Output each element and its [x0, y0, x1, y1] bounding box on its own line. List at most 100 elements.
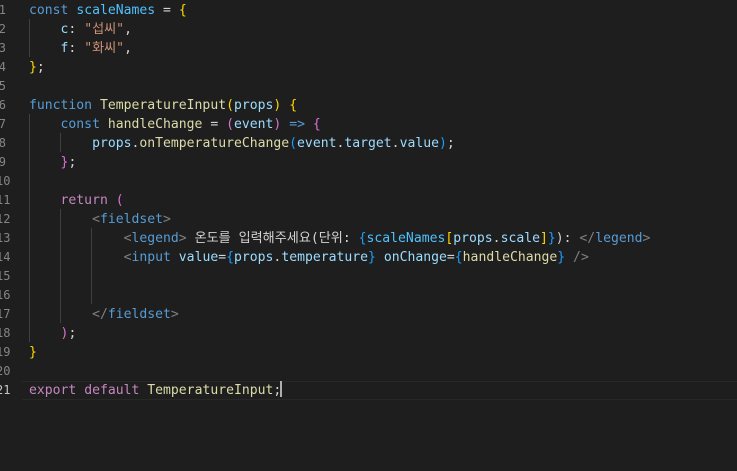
code-line[interactable]: );	[29, 324, 77, 343]
code-token: temperature	[281, 250, 369, 265]
code-line[interactable]: </fieldset>	[29, 305, 179, 324]
code-line[interactable]: f: "화씨",	[29, 39, 132, 58]
code-line[interactable]: <input value={props.temperature} onChang…	[29, 248, 589, 267]
code-token: const	[29, 3, 77, 18]
code-token: ;	[36, 60, 45, 75]
code-token: 온도를 입력해주세요(단위:	[186, 231, 359, 246]
code-line[interactable]: props.onTemperatureChange(event.target.v…	[29, 134, 455, 153]
code-token: props	[234, 250, 274, 265]
code-token: =	[446, 250, 455, 265]
code-token: {	[312, 117, 321, 132]
code-token: <	[29, 250, 132, 265]
code-token: >	[642, 231, 651, 246]
code-token: >	[170, 307, 179, 322]
code-token: legend	[595, 231, 643, 246]
code-token: </	[579, 231, 596, 246]
code-token: TemperatureInput	[99, 98, 227, 113]
code-token: const	[29, 117, 108, 132]
code-token: ;	[68, 326, 77, 341]
code-editor[interactable]: 123456789101112131415161718192021 const …	[0, 0, 737, 471]
code-token: ;	[446, 136, 455, 151]
line-number: 10	[0, 174, 11, 188]
code-line[interactable]: return (	[29, 191, 124, 210]
code-token: :	[68, 22, 85, 37]
line-number: 15	[0, 269, 11, 283]
line-number: 1	[0, 3, 6, 17]
code-token: TemperatureInput	[147, 383, 274, 398]
code-token: .	[492, 231, 501, 246]
code-line[interactable]: <fieldset>	[29, 210, 171, 229]
line-number: 4	[0, 60, 6, 74]
code-token: .	[391, 136, 400, 151]
line-number: 20	[0, 364, 11, 378]
code-token: onChange	[383, 250, 447, 265]
code-line[interactable]: const scaleNames = {	[29, 1, 187, 20]
code-line[interactable]: };	[29, 58, 45, 77]
line-number: 6	[0, 98, 6, 112]
code-line[interactable]: <legend> 온도를 입력해주세요(단위: {scaleNames[prop…	[29, 229, 651, 248]
code-token: return	[29, 193, 116, 208]
code-token: )	[438, 136, 447, 151]
code-token: handleChange	[107, 117, 203, 132]
code-token: =	[155, 3, 179, 18]
code-line[interactable]: export default TemperatureInput;	[29, 381, 283, 400]
code-token: />	[565, 250, 589, 265]
code-token: {	[454, 250, 463, 265]
code-line[interactable]: }	[29, 343, 37, 362]
line-number: 16	[0, 288, 11, 302]
line-number: 18	[0, 326, 11, 340]
code-token: props	[453, 231, 493, 246]
code-line[interactable]: c: "섭씨",	[29, 20, 132, 39]
code-token: input	[131, 250, 171, 265]
code-token: </	[29, 307, 108, 322]
code-token: :	[68, 41, 85, 56]
line-number: 9	[0, 155, 6, 169]
line-number: 5	[0, 79, 6, 93]
code-token: }	[368, 250, 376, 265]
code-token: scaleNames	[366, 231, 446, 246]
code-token: value	[178, 250, 219, 265]
code-token: ,	[124, 22, 132, 37]
code-token: event	[297, 136, 337, 151]
line-number: 19	[0, 345, 11, 359]
line-number: 3	[0, 41, 6, 55]
code-token: event	[234, 117, 274, 132]
code-token: <	[29, 231, 132, 246]
line-number: 13	[0, 231, 11, 245]
code-token: (	[226, 117, 234, 132]
code-token: {	[358, 231, 367, 246]
code-token: "섭씨"	[84, 22, 125, 37]
code-token: f	[29, 41, 69, 56]
code-token: }	[29, 345, 37, 360]
code-token: props	[29, 136, 132, 151]
code-line[interactable]: const handleChange = (event) => {	[29, 115, 321, 134]
code-token: {	[226, 250, 234, 265]
code-token: handleChange	[462, 250, 558, 265]
text-cursor	[280, 381, 283, 397]
code-token: fieldset	[99, 212, 164, 227]
code-token: >	[178, 231, 187, 246]
code-token: =	[202, 117, 227, 132]
code-token: "화씨"	[84, 41, 125, 56]
line-number: 21	[0, 383, 11, 397]
code-token: =	[218, 250, 227, 265]
code-token: ]	[539, 231, 548, 246]
code-token: props	[233, 98, 274, 113]
code-token: (	[226, 98, 234, 113]
line-number: 7	[0, 117, 6, 131]
code-line[interactable]: function TemperatureInput(props) {	[29, 96, 297, 115]
code-token: export	[29, 383, 85, 398]
line-number: 8	[0, 136, 6, 150]
code-token: }	[29, 60, 37, 75]
code-token: {	[178, 3, 187, 18]
code-token: default	[84, 383, 148, 398]
code-token: fieldset	[107, 307, 171, 322]
code-token: c	[29, 22, 69, 37]
line-number: 12	[0, 212, 11, 226]
code-line[interactable]: };	[29, 153, 77, 172]
code-token: ;	[68, 155, 77, 170]
